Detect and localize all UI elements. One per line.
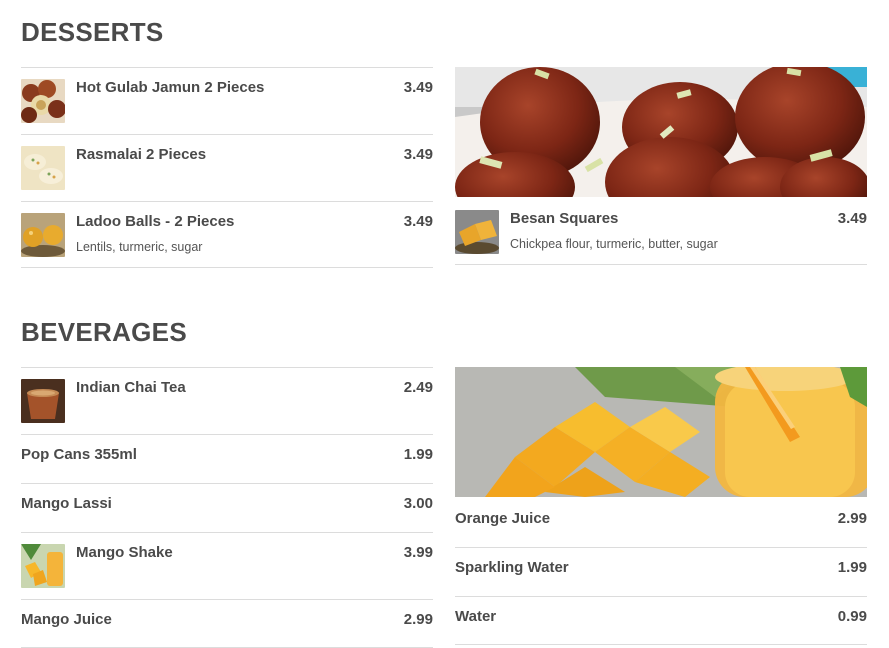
item-description: Lentils, turmeric, sugar — [76, 240, 203, 254]
item-price: 2.99 — [837, 510, 867, 527]
item-name: Rasmalai 2 Pieces — [76, 146, 207, 163]
item-name: Sparkling Water — [455, 559, 569, 576]
beverages-heading: BEVERAGES — [21, 317, 187, 347]
desserts-right-column: Besan Squares 3.49 Chickpea flour, turme… — [455, 197, 867, 265]
ladoo-thumbnail — [21, 213, 65, 257]
menu-item[interactable]: Water 0.99 — [455, 596, 867, 645]
item-price: 3.49 — [403, 146, 433, 163]
item-price: 2.99 — [403, 611, 433, 628]
menu-item[interactable]: Besan Squares 3.49 Chickpea flour, turme… — [455, 197, 867, 265]
item-price: 1.99 — [837, 559, 867, 576]
item-name: Ladoo Balls - 2 Pieces — [76, 213, 235, 230]
item-price: 3.00 — [403, 495, 433, 512]
mango-shake-thumbnail — [21, 544, 65, 588]
item-price: 0.99 — [837, 608, 867, 625]
gulab-jamun-banner-image — [455, 67, 867, 197]
item-price: 1.99 — [403, 446, 433, 463]
menu-item[interactable]: Sparkling Water 1.99 — [455, 547, 867, 596]
menu-item[interactable]: Ladoo Balls - 2 Pieces 3.49 Lentils, tur… — [21, 201, 433, 268]
menu-item[interactable]: Mango Juice 2.99 — [21, 599, 433, 648]
menu-item[interactable]: Hot Gulab Jamun 2 Pieces 3.49 — [21, 67, 433, 134]
item-description: Chickpea flour, turmeric, butter, sugar — [510, 237, 718, 251]
menu-item[interactable]: Rasmalai 2 Pieces 3.49 — [21, 134, 433, 201]
item-price: 3.49 — [403, 213, 433, 230]
item-name: Indian Chai Tea — [76, 379, 186, 396]
item-price: 3.49 — [403, 79, 433, 96]
gulab-jamun-thumbnail — [21, 79, 65, 123]
item-name: Besan Squares — [510, 210, 619, 227]
item-name: Water — [455, 608, 497, 625]
beverages-left-column: Indian Chai Tea 2.49 Pop Cans 355ml 1.99… — [21, 367, 433, 648]
rasmalai-thumbnail — [21, 146, 65, 190]
menu-item[interactable]: Mango Lassi 3.00 — [21, 483, 433, 532]
item-name: Mango Shake — [76, 544, 173, 561]
beverages-right-column: Orange Juice 2.99 Sparkling Water 1.99 W… — [455, 497, 867, 645]
mango-drink-banner-image — [455, 367, 867, 497]
item-name: Orange Juice — [455, 510, 551, 527]
menu-item[interactable]: Indian Chai Tea 2.49 — [21, 367, 433, 434]
besan-thumbnail — [455, 210, 499, 254]
menu-item[interactable]: Pop Cans 355ml 1.99 — [21, 434, 433, 483]
item-price: 2.49 — [403, 379, 433, 396]
desserts-left-column: Hot Gulab Jamun 2 Pieces 3.49 Rasmalai 2… — [21, 67, 433, 268]
menu-item[interactable]: Orange Juice 2.99 — [455, 497, 867, 547]
item-price: 3.49 — [837, 210, 867, 227]
desserts-heading: DESSERTS — [21, 17, 164, 47]
item-price: 3.99 — [403, 544, 433, 561]
item-name: Mango Juice — [21, 611, 112, 628]
chai-thumbnail — [21, 379, 65, 423]
item-name: Hot Gulab Jamun 2 Pieces — [76, 79, 265, 96]
item-name: Pop Cans 355ml — [21, 446, 137, 463]
item-name: Mango Lassi — [21, 495, 112, 512]
menu-item[interactable]: Mango Shake 3.99 — [21, 532, 433, 599]
